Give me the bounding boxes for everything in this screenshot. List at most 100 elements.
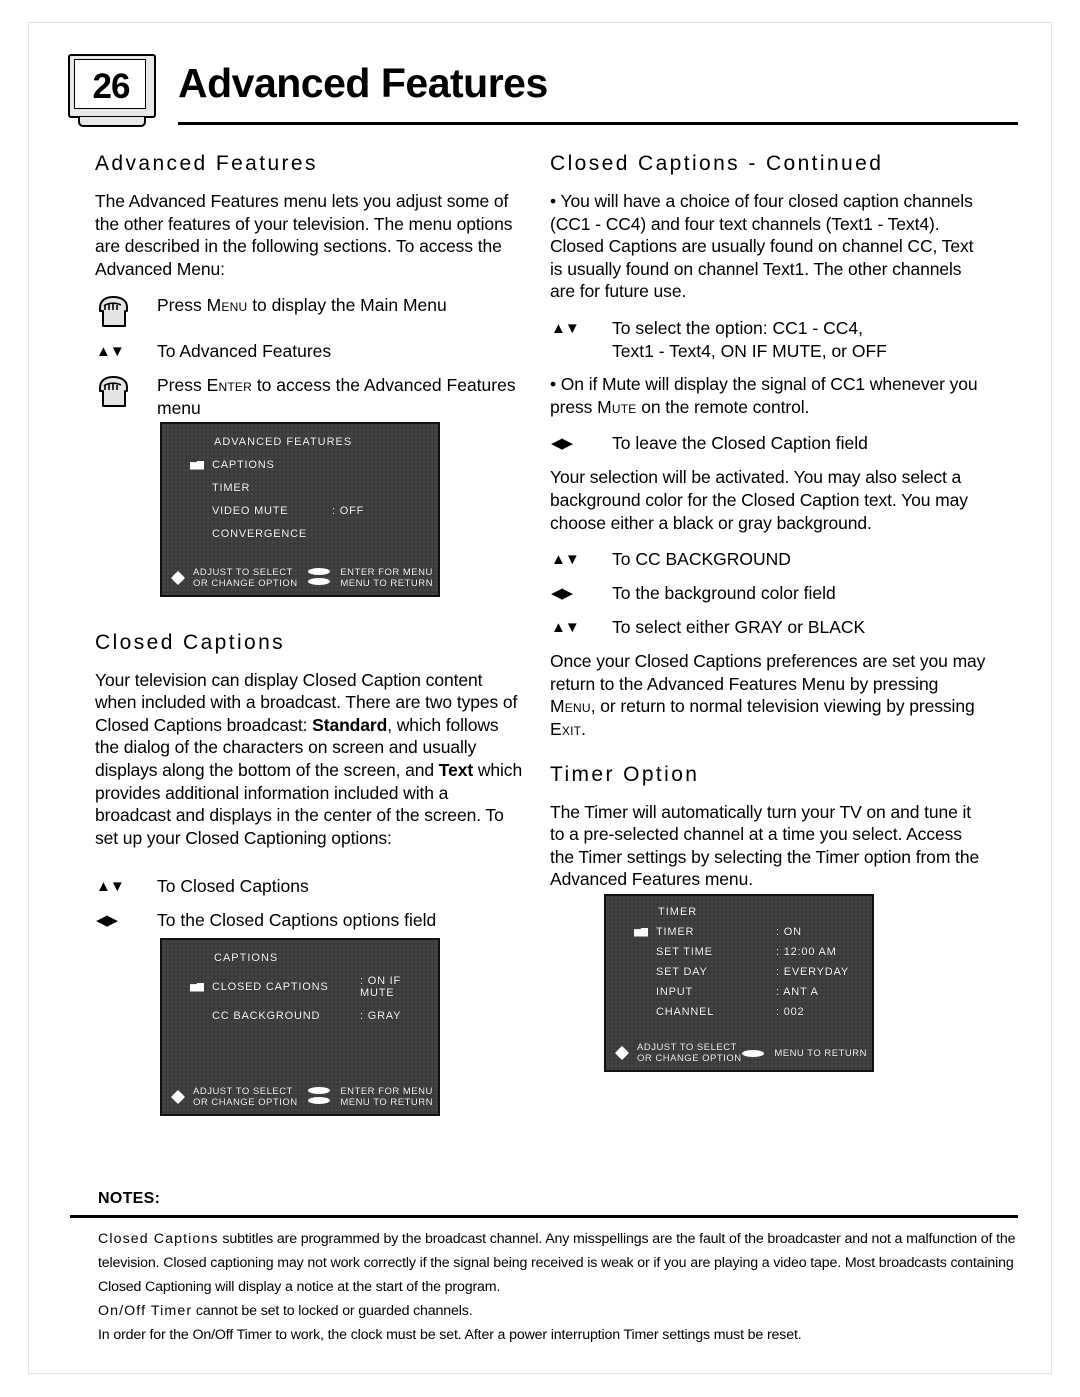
osd-row-input[interactable]: INPUT : ANT A xyxy=(606,986,872,998)
osd-cursor-icon xyxy=(634,927,648,937)
hand-press-icon-svg xyxy=(99,376,128,408)
osd-row-convergence[interactable]: CONVERGENCE xyxy=(162,528,438,540)
up-down-arrows-icon: ▲▼ xyxy=(95,340,157,363)
cc-bold-text: Text xyxy=(438,759,474,780)
remote-buttons-icon xyxy=(308,568,334,588)
once-text-post: . xyxy=(581,718,586,739)
osd-row-label: TIMER xyxy=(212,482,251,494)
right-column: Closed Captions - Continued • You will h… xyxy=(550,152,988,905)
step-press-enter: Press Enter to access the Advanced Featu… xyxy=(95,374,525,419)
notes-section: NOTES: Closed Captions subtitles are pro… xyxy=(70,1190,1018,1347)
step-press-enter-text: Press Enter to access the Advanced Featu… xyxy=(157,374,525,419)
osd-footer-right: ENTER FOR MENU MENU TO RETURN xyxy=(340,1086,433,1108)
osd-row-value: : 12:00 AM xyxy=(776,946,837,958)
osd-row-label: TIMER xyxy=(656,926,695,938)
key-menu-2: Menu xyxy=(550,696,591,717)
osd-row-closed-captions[interactable]: CLOSED CAPTIONS : ON IF MUTE xyxy=(162,975,438,999)
osd-cursor-icon xyxy=(190,484,204,493)
up-down-arrows-icon: ▲▼ xyxy=(550,548,612,571)
hand-press-icon xyxy=(95,294,157,329)
paragraph-cc-channels: • You will have a choice of four closed … xyxy=(550,191,974,302)
step-select-option: ▲▼ To select the option: CC1 - CC4, Text… xyxy=(550,317,988,362)
once-text-mid: , or return to normal television viewing… xyxy=(590,696,975,717)
up-down-arrows-glyph: ▲▼ xyxy=(96,343,125,361)
osd-captions-footer: ADJUST TO SELECT OR CHANGE OPTION ENTER … xyxy=(167,1086,433,1108)
left-right-arrows-glyph: ◀▶ xyxy=(551,585,573,603)
osd-footer-left: ADJUST TO SELECT OR CHANGE OPTION xyxy=(637,1042,742,1064)
osd-cursor-icon xyxy=(190,982,204,992)
page-header: 26 Advanced Features xyxy=(68,54,1018,146)
osd-row-label: CAPTIONS xyxy=(212,459,275,471)
step-to-advanced-features-text: To Advanced Features xyxy=(157,341,332,362)
step-to-closed-captions: ▲▼ To Closed Captions xyxy=(95,875,525,898)
header-rule xyxy=(178,122,1018,125)
up-down-arrows-glyph: ▲▼ xyxy=(551,551,580,569)
heading-closed-captions-continued: Closed Captions - Continued xyxy=(550,152,884,175)
osd-row-captions[interactable]: CAPTIONS xyxy=(162,459,438,471)
osd-row-value: : ANT A xyxy=(776,986,819,998)
remote-button-icon xyxy=(742,1049,768,1057)
dpad-icon xyxy=(167,1086,189,1108)
osd-captions-title: CAPTIONS xyxy=(214,952,279,964)
tv-stand xyxy=(78,117,146,127)
heading-timer-option: Timer Option xyxy=(550,762,700,786)
osd-timer-inner: TIMER TIMER : ON SET TIME : 12:00 AM SET… xyxy=(606,896,872,1018)
notes-emphasis-closed-captions: Closed Captions xyxy=(98,1231,219,1247)
left-right-arrows-glyph: ◀▶ xyxy=(551,435,573,453)
paragraph-closed-captions: Your television can display Closed Capti… xyxy=(95,669,525,850)
osd-row-set-day[interactable]: SET DAY : EVERYDAY xyxy=(606,966,872,978)
osd-row-value: : OFF xyxy=(332,505,365,517)
osd-advanced-footer: ADJUST TO SELECT OR CHANGE OPTION ENTER … xyxy=(167,567,433,589)
step-to-cc-background: ▲▼ To CC BACKGROUND xyxy=(550,548,988,571)
osd-advanced-inner: ADVANCED FEATURES CAPTIONS TIMER VIDEO M… xyxy=(162,424,438,540)
osd-cursor-icon xyxy=(634,968,648,977)
step-press-menu-text: Press Menu to display the Main Menu xyxy=(157,294,447,317)
step-text-pre: Press xyxy=(157,295,207,316)
step-to-bg-color-field: ◀▶ To the background color field xyxy=(550,582,988,605)
key-menu: Menu xyxy=(206,295,248,316)
osd-row-label: CLOSED CAPTIONS xyxy=(212,981,329,993)
notes-emphasis-on-off-timer: On/Off Timer xyxy=(98,1303,193,1319)
hand-press-icon-svg xyxy=(99,296,128,328)
up-down-arrows-glyph: ▲▼ xyxy=(551,319,580,337)
step-to-cc-options-field-text: To the Closed Captions options field xyxy=(157,910,437,931)
notes-paragraph-2-text: cannot be set to locked or guarded chann… xyxy=(192,1303,473,1319)
osd-row-value: : ON IF MUTE xyxy=(360,975,402,999)
left-right-arrows-icon: ◀▶ xyxy=(95,909,157,932)
paragraph-timer-option: The Timer will automatically turn your T… xyxy=(550,801,980,890)
step-text-pre: Press xyxy=(157,375,207,396)
heading-closed-captions: Closed Captions xyxy=(95,630,286,654)
notes-paragraph-2: On/Off Timer cannot be set to locked or … xyxy=(98,1299,1018,1323)
up-down-arrows-glyph: ▲▼ xyxy=(96,878,125,896)
osd-screenshot-captions: CAPTIONS CLOSED CAPTIONS : ON IF MUTE CC… xyxy=(160,938,440,1116)
osd-row-value: : EVERYDAY xyxy=(776,966,850,978)
step-select-gray-or-black: ▲▼ To select either GRAY or BLACK xyxy=(550,616,988,639)
left-right-arrows-icon: ◀▶ xyxy=(550,582,612,605)
step-to-cc-background-text: To CC BACKGROUND xyxy=(612,549,791,570)
left-right-arrows-glyph: ◀▶ xyxy=(96,912,118,930)
step-select-option-text: To select the option: CC1 - CC4, Text1 -… xyxy=(612,317,887,362)
step-select-option-line2: Text1 - Text4, ON IF MUTE, or OFF xyxy=(612,340,887,361)
osd-row-value: : ON xyxy=(776,926,802,938)
osd-row-set-time[interactable]: SET TIME : 12:00 AM xyxy=(606,946,872,958)
step-to-advanced-features: ▲▼ To Advanced Features xyxy=(95,340,525,363)
once-text-pre: Once your Closed Captions preferences ar… xyxy=(550,651,986,694)
osd-cursor-icon xyxy=(634,988,648,997)
osd-cursor-icon xyxy=(634,1008,648,1017)
osd-row-label: VIDEO MUTE xyxy=(212,505,289,517)
osd-row-channel[interactable]: CHANNEL : 002 xyxy=(606,1006,872,1018)
osd-cursor-icon xyxy=(634,948,648,957)
up-down-arrows-icon: ▲▼ xyxy=(95,875,157,898)
left-right-arrows-icon: ◀▶ xyxy=(550,432,612,455)
step-leave-cc-field-text: To leave the Closed Caption field xyxy=(612,433,868,454)
osd-row-timer[interactable]: TIMER xyxy=(162,482,438,494)
osd-row-timer[interactable]: TIMER : ON xyxy=(606,926,872,938)
osd-screenshot-timer: TIMER TIMER : ON SET TIME : 12:00 AM SET… xyxy=(604,894,874,1072)
osd-row-cc-background[interactable]: CC BACKGROUND : GRAY xyxy=(162,1010,438,1022)
osd-row-value: : 002 xyxy=(776,1006,805,1018)
osd-row-video-mute[interactable]: VIDEO MUTE : OFF xyxy=(162,505,438,517)
osd-row-label: CC BACKGROUND xyxy=(212,1010,321,1022)
notes-paragraph-1-text: subtitles are programmed by the broadcas… xyxy=(98,1231,1016,1295)
osd-timer-footer: ADJUST TO SELECT OR CHANGE OPTION MENU T… xyxy=(611,1042,867,1064)
notes-divider xyxy=(70,1215,1018,1218)
